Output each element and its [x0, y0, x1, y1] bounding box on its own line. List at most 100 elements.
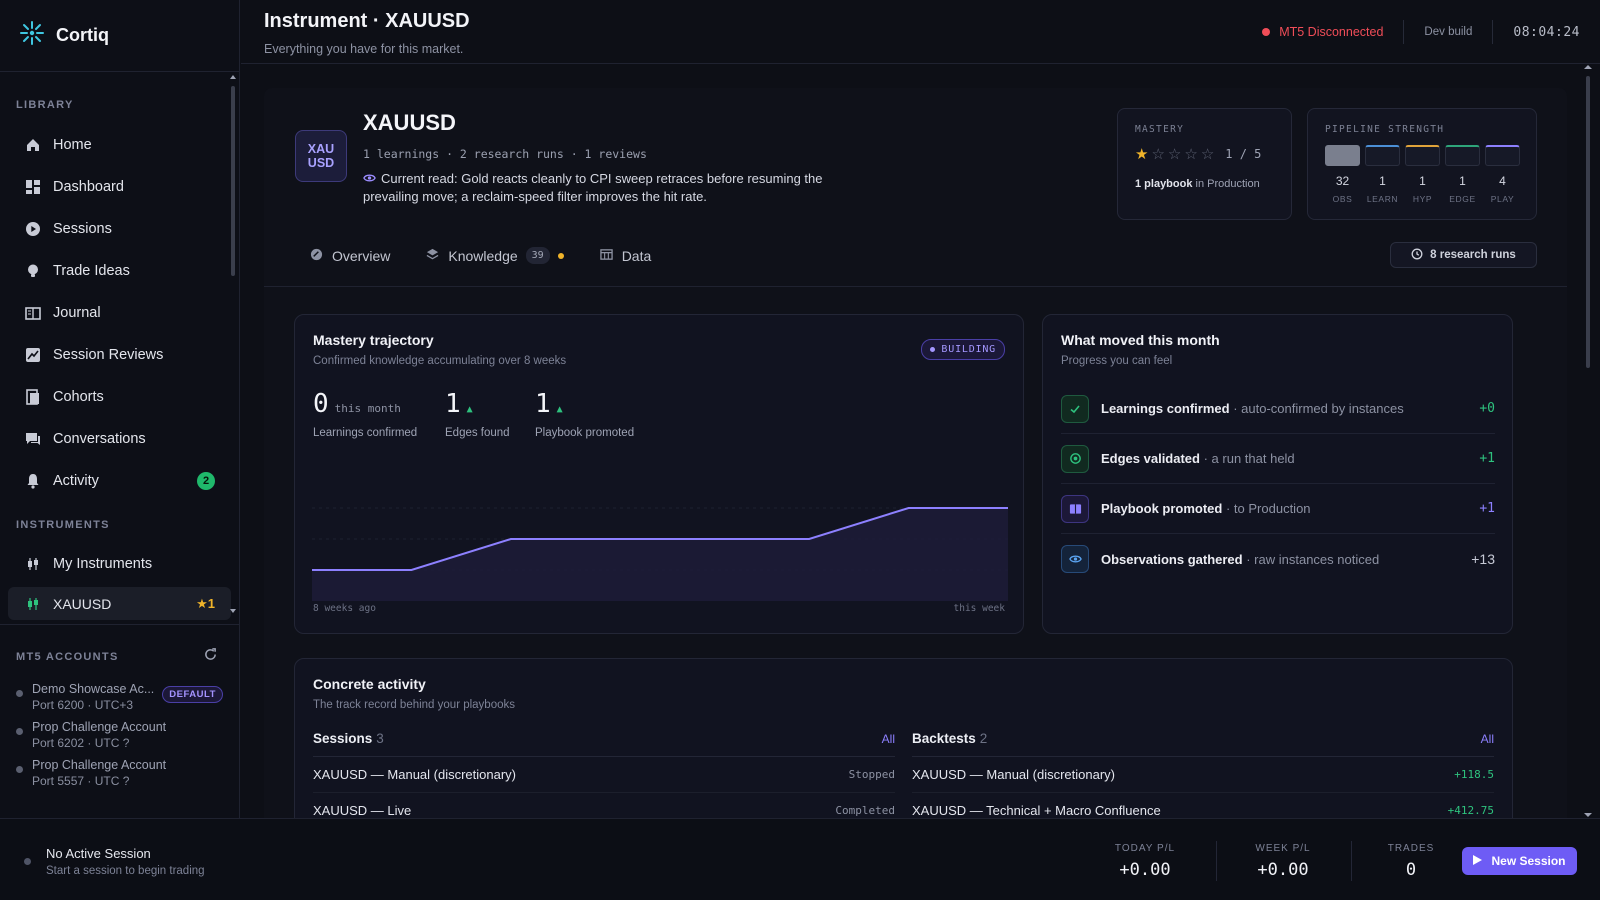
backtests-title: Backtests [912, 731, 976, 746]
build-label: Dev build [1424, 26, 1473, 38]
moved-row-learnings[interactable]: Learnings confirmed · auto-confirmed by … [1061, 384, 1495, 434]
sessions-all-link[interactable]: All [882, 732, 895, 746]
pipeline-bar [1485, 145, 1520, 166]
list-item[interactable]: XAUUSD — Manual (discretionary) Stopped [313, 757, 895, 793]
status-dot [16, 690, 23, 697]
sidebar-item-label: Trade Ideas [53, 263, 130, 279]
tab-label: Overview [332, 247, 391, 264]
logo-line: USD [307, 156, 335, 170]
sidebar-item-dashboard[interactable]: Dashboard [8, 168, 231, 206]
divider [1492, 20, 1494, 44]
sidebar-scroll-thumb[interactable] [231, 86, 235, 276]
research-runs-label: 8 research runs [1430, 249, 1516, 261]
current-read: Current read: Gold reacts cleanly to CPI… [363, 170, 863, 206]
instrument-logo: XAU USD [295, 130, 347, 182]
mastery-card: MASTERY ★ ☆ ☆ ☆ ☆ 1 / 5 1 playbook in Pr… [1117, 108, 1292, 220]
eye-icon [363, 170, 376, 188]
research-runs-button[interactable]: 8 research runs [1390, 242, 1537, 268]
chat-icon [24, 430, 42, 448]
list-item[interactable]: XAUUSD — Live Completed [313, 793, 895, 818]
moved-value: +13 [1471, 551, 1495, 567]
concrete-activity-card: Concrete activity The track record behin… [294, 658, 1513, 818]
mt5-account-item[interactable]: Demo Showcase Ac... Port 6200 · UTC+3 DE… [0, 682, 239, 712]
pipeline-stage-label: PLAY [1490, 194, 1515, 204]
sidebar-item-activity[interactable]: Activity 2 [8, 462, 231, 500]
sidebar-item-trade-ideas[interactable]: Trade Ideas [8, 252, 231, 290]
moved-row-edges[interactable]: Edges validated · a run that held +1 [1061, 434, 1495, 484]
new-session-button[interactable]: New Session [1462, 847, 1577, 875]
divider [1403, 20, 1405, 44]
sidebar-item-label: Dashboard [53, 179, 124, 195]
status-dot [16, 728, 23, 735]
moved-row-observations[interactable]: Observations gathered · raw instances no… [1061, 534, 1495, 584]
moved-desc: · a run that held [1203, 451, 1295, 466]
tab-knowledge[interactable]: Knowledge 39 [426, 247, 564, 264]
today-pl-value: +0.00 [1119, 860, 1171, 880]
sidebar-item-session-reviews[interactable]: Session Reviews [8, 336, 231, 374]
mt5-account-item[interactable]: Prop Challenge Account Port 6202 · UTC ? [0, 720, 239, 750]
mt5-account-item[interactable]: Prop Challenge Account Port 5557 · UTC ? [0, 758, 239, 788]
moved-desc: · to Production [1225, 501, 1311, 516]
playbook-icon [1061, 494, 1089, 523]
star-empty-icon: ☆ [1184, 146, 1198, 163]
badge-label: BUILDING [941, 344, 996, 355]
clock: 08:04:24 [1513, 24, 1580, 40]
stat-suffix: this month [334, 402, 401, 415]
divider [1351, 841, 1352, 881]
pipeline-blocks: 32 OBS 1 LEARN 1 HYP 1 EDGE 4 PLAY [1325, 145, 1525, 204]
moved-row-playbook[interactable]: Playbook promoted · to Production +1 [1061, 484, 1495, 534]
check-icon [1061, 394, 1089, 423]
tab-data[interactable]: Data [599, 247, 652, 264]
sidebar-scrollbar[interactable] [230, 74, 236, 614]
backtest-name: XAUUSD — Manual (discretionary) [912, 767, 1116, 782]
card-title: Mastery trajectory [313, 332, 434, 348]
sidebar-item-home[interactable]: Home [8, 126, 231, 164]
tab-count-badge: 39 [525, 247, 550, 264]
backtests-all-link[interactable]: All [1481, 732, 1494, 746]
default-badge: DEFAULT [162, 686, 223, 703]
moved-value: +1 [1479, 501, 1495, 516]
backtests-header: Backtests 2 All [912, 729, 1494, 757]
main-scroll-thumb[interactable] [1586, 76, 1590, 368]
up-arrow-icon: ▲ [556, 404, 563, 415]
sidebar-item-sessions[interactable]: Sessions [8, 210, 231, 248]
mt5-status[interactable]: MT5 Disconnected [1262, 25, 1383, 39]
sidebar-item-cohorts[interactable]: Cohorts [8, 378, 231, 416]
refresh-icon[interactable] [204, 648, 217, 666]
page-subtitle: Everything you have for this market. [264, 42, 464, 56]
pipeline-bar [1365, 145, 1400, 166]
pipeline-card: PIPELINE STRENGTH 32 OBS 1 LEARN 1 HYP 1… [1307, 108, 1537, 220]
page-title: Instrument · XAUUSD [264, 10, 470, 32]
sidebar-item-label: Sessions [53, 221, 112, 237]
mastery-trajectory-card: Mastery trajectory Confirmed knowledge a… [294, 314, 1024, 634]
moved-title: Learnings confirmed [1101, 401, 1230, 416]
sidebar-item-label: Session Reviews [53, 347, 164, 363]
stat-label: Edges found [445, 427, 510, 439]
sidebar-item-my-instruments[interactable]: My Instruments [8, 545, 231, 583]
xauusd-star-badge: ★1 [196, 595, 215, 611]
tab-overview[interactable]: Overview [310, 248, 390, 264]
sidebar-item-xauusd[interactable]: XAUUSD ★1 [8, 587, 231, 620]
brand[interactable]: Cortiq [0, 0, 239, 72]
main-scrollbar[interactable] [1584, 64, 1594, 818]
sidebar-item-label: Conversations [53, 431, 146, 447]
pipeline-stage-learn: 1 LEARN [1365, 145, 1400, 204]
mastery-stars: ★ ☆ ☆ ☆ ☆ 1 / 5 [1135, 145, 1261, 163]
pipeline-stage-label: LEARN [1366, 194, 1399, 204]
tab-label: Data [621, 247, 652, 264]
stat-edges-found: 1 ▲ Edges found [445, 389, 510, 439]
pipeline-value: 1 [1379, 174, 1386, 188]
backtest-pnl: +412.75 [1447, 804, 1494, 817]
week-pl-value: +0.00 [1257, 860, 1309, 880]
sidebar-item-journal[interactable]: Journal [8, 294, 231, 332]
account-name: Prop Challenge Account [32, 720, 167, 734]
moved-desc: · auto-confirmed by instances [1233, 401, 1404, 416]
account-name: Demo Showcase Ac... [32, 682, 155, 696]
list-item[interactable]: XAUUSD — Manual (discretionary) +118.5 [912, 757, 1494, 793]
sidebar: Cortiq LIBRARY Home Dashboard Sessions T… [0, 0, 240, 818]
building-badge: BUILDING [921, 339, 1005, 360]
sidebar-item-label: XAUUSD [53, 595, 112, 612]
star-empty-icon: ☆ [1200, 146, 1215, 163]
sidebar-item-conversations[interactable]: Conversations [8, 420, 231, 458]
list-item[interactable]: XAUUSD — Technical + Macro Confluence +4… [912, 793, 1494, 818]
